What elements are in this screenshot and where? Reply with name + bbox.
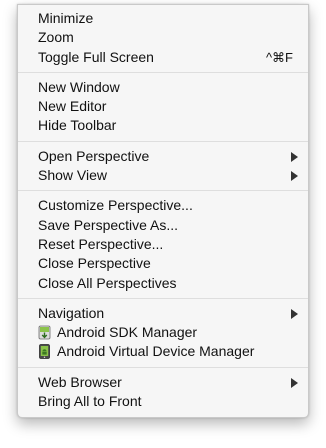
menu-item-label: Android SDK Manager <box>57 324 198 341</box>
menu-item-open-perspective[interactable]: Open Perspective <box>18 147 308 166</box>
menu-item-label: Zoom <box>38 29 74 46</box>
menu-item-toggle-full-screen[interactable]: Toggle Full Screen ^⌘F <box>18 48 308 67</box>
menu-item-label: Show View <box>38 167 108 184</box>
menu-separator <box>18 140 308 142</box>
menu-separator <box>18 297 308 299</box>
menu-item-label: Close All Perspectives <box>38 274 177 291</box>
menu-item-android-avd-manager[interactable]: Android Virtual Device Manager <box>18 342 308 361</box>
android-sdk-manager-icon <box>38 325 51 340</box>
menu-item-label: Minimize <box>38 10 94 26</box>
menu-separator <box>18 71 308 73</box>
menu-item-hide-toolbar[interactable]: Hide Toolbar <box>18 116 308 135</box>
window-menu: Minimize Zoom Toggle Full Screen ^⌘F New… <box>17 4 309 418</box>
menu-item-web-browser[interactable]: Web Browser <box>18 373 308 392</box>
menu-group-window: Minimize Zoom Toggle Full Screen ^⌘F <box>18 5 308 71</box>
menu-item-label: Hide Toolbar <box>38 117 117 134</box>
menu-item-close-perspective[interactable]: Close Perspective <box>18 254 308 273</box>
menu-item-reset-perspective[interactable]: Reset Perspective... <box>18 235 308 254</box>
menu-item-label: New Editor <box>38 98 107 115</box>
menu-group-browser: Web Browser Bring All to Front <box>18 369 308 416</box>
menu-group-perspective-actions: Customize Perspective... Save Perspectiv… <box>18 192 308 296</box>
menu-item-customize-perspective[interactable]: Customize Perspective... <box>18 196 308 215</box>
menu-item-label: Open Perspective <box>38 147 150 164</box>
menu-item-new-window[interactable]: New Window <box>18 78 308 97</box>
submenu-arrow-icon <box>291 377 298 388</box>
menu-group-perspective-submenus: Open Perspective Show View <box>18 143 308 190</box>
menu-item-label: Save Perspective As... <box>38 216 179 233</box>
menu-item-label: Close Perspective <box>38 255 151 272</box>
menu-item-show-view[interactable]: Show View <box>18 166 308 185</box>
menu-item-minimize[interactable]: Minimize <box>18 9 308 28</box>
menu-item-label: Web Browser <box>38 373 122 390</box>
menu-group-editor: New Window New Editor Hide Toolbar <box>18 74 308 140</box>
submenu-arrow-icon <box>291 151 298 162</box>
menu-group-navigation-android: Navigation Android SDK Manager Android V… <box>18 300 308 366</box>
menu-item-label: Android Virtual Device Manager <box>57 343 255 360</box>
keyboard-shortcut: ^⌘F <box>265 49 293 65</box>
android-avd-manager-icon <box>39 344 50 360</box>
menu-item-save-perspective-as[interactable]: Save Perspective As... <box>18 216 308 235</box>
menu-item-android-sdk-manager[interactable]: Android SDK Manager <box>18 323 308 342</box>
menu-item-label: New Window <box>38 78 120 95</box>
menu-item-label: Toggle Full Screen <box>38 48 154 65</box>
submenu-arrow-icon <box>291 308 298 319</box>
menu-item-label: Customize Perspective... <box>38 197 193 214</box>
menu-item-navigation[interactable]: Navigation <box>18 304 308 323</box>
menu-item-bring-all-to-front[interactable]: Bring All to Front <box>18 392 308 411</box>
menu-separator <box>18 190 308 192</box>
menu-item-label: Reset Perspective... <box>38 235 164 252</box>
menu-item-close-all-perspectives[interactable]: Close All Perspectives <box>18 274 308 293</box>
submenu-arrow-icon <box>291 171 298 182</box>
menu-item-new-editor[interactable]: New Editor <box>18 97 308 116</box>
menu-item-label: Navigation <box>38 304 105 321</box>
menu-separator <box>18 366 308 368</box>
menu-item-zoom[interactable]: Zoom <box>18 28 308 47</box>
menu-item-label: Bring All to Front <box>38 393 142 410</box>
